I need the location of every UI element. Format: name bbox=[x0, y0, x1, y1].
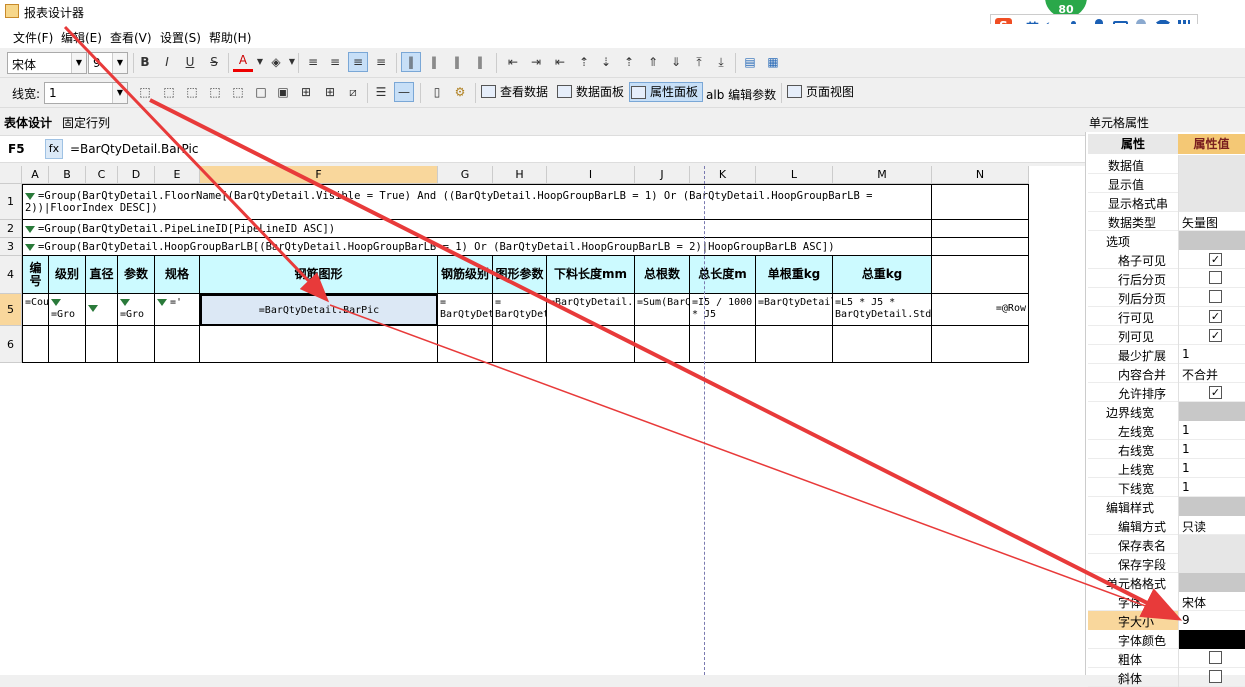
annotation-arrow-menu-to-fontsize bbox=[149, 98, 1183, 621]
annotation-arrow-cell-to-fontsize bbox=[329, 304, 1171, 616]
annotation-arrow-edit-to-cell bbox=[63, 25, 330, 303]
annotation-arrows bbox=[63, 25, 1183, 621]
